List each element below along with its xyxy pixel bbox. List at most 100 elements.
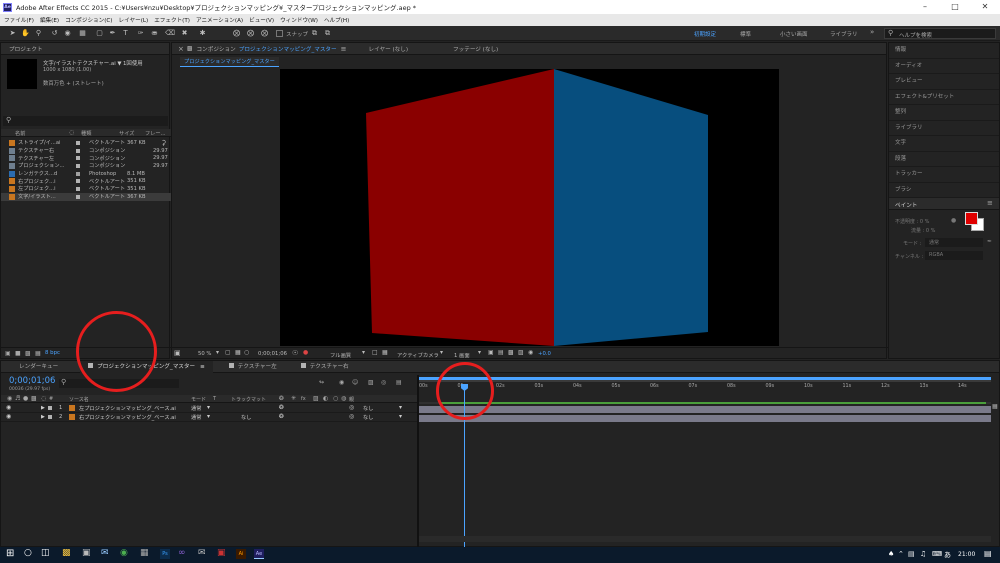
parent-icon[interactable]: ◎ [349, 404, 354, 411]
menu-item[interactable]: ファイル(F) [4, 16, 34, 24]
panel-item[interactable]: トラッカー [889, 167, 999, 183]
workspace-small[interactable]: 小さい画面 [780, 30, 808, 38]
photoshop-icon[interactable]: Ps [160, 549, 170, 559]
current-time-display[interactable]: 0;00;01;06 [9, 376, 55, 386]
new-comp-icon[interactable]: ▩ [25, 350, 31, 357]
layer-parent[interactable]: なし [363, 405, 373, 412]
snap-checkbox[interactable] [276, 30, 283, 37]
project-item[interactable]: プロジェクション... コンポジション 29.97 [1, 162, 171, 170]
menu-item[interactable]: ヘルプ(H) [324, 16, 349, 24]
snap-option2-icon[interactable]: ⧉ [323, 29, 332, 38]
draft-3d-icon[interactable]: ◉ [339, 379, 344, 386]
world-axis-icon[interactable]: ⨂ [246, 29, 255, 38]
people-icon[interactable]: ♠ [888, 550, 894, 558]
project-item[interactable]: ストライプ/イ...ai ベクトルアート 367 KB [1, 139, 171, 147]
panel-item[interactable]: エフェクト&プリセット [889, 90, 999, 105]
brush-tool-icon[interactable]: ✑ [136, 29, 145, 38]
flowchart-icon[interactable]: ▨ [518, 349, 524, 356]
layer-tab[interactable]: レイヤー (なし) [369, 45, 409, 53]
up-arrow-icon[interactable]: ⌃ [898, 550, 904, 558]
eye-icon[interactable]: ◉ [6, 413, 11, 420]
opacity-label[interactable]: 不透明度 : 0 % [895, 218, 929, 225]
interpret-footage-icon[interactable]: ▣ [5, 350, 11, 357]
workspace-default[interactable]: 初期設定 [694, 30, 716, 38]
panel-menu-icon[interactable]: ≡ [987, 199, 993, 207]
keyboard-icon[interactable]: ⌨ [932, 550, 942, 558]
zoom-dropdown[interactable]: 50 % [198, 351, 211, 357]
work-area-bar[interactable] [419, 377, 991, 382]
menu-item[interactable]: ビュー(V) [249, 16, 274, 24]
project-item[interactable]: レンガテクス...d Photoshop 8.1 MB [1, 170, 171, 178]
exposure-value[interactable]: +0.0 [538, 351, 551, 357]
collapse-switch-icon[interactable]: ❂ [279, 404, 284, 411]
project-item[interactable]: 文字/イラスト... ベクトルアート 367 KB [1, 192, 171, 201]
eye-icon[interactable]: ◉ [7, 395, 12, 402]
panel-item[interactable]: プレビュー [889, 74, 999, 90]
flow-label[interactable]: 流量 : 0 % [911, 227, 935, 234]
minimize-button[interactable]: – [910, 0, 940, 14]
project-search[interactable]: ⚲ [3, 116, 168, 126]
always-preview-icon[interactable]: ▣ [174, 349, 181, 357]
transparency-grid-icon[interactable]: ▦ [382, 349, 388, 356]
trkmat-value[interactable]: なし [241, 414, 251, 421]
pen-tool-icon[interactable]: ✒ [108, 29, 117, 38]
graph-editor-icon[interactable]: ▤ [396, 379, 402, 386]
panel-item[interactable]: ライブラリ [889, 121, 999, 136]
toggle-icon[interactable]: ▣ [488, 349, 494, 356]
menu-item[interactable]: ウィンドウ(W) [280, 16, 318, 24]
close-tab-icon[interactable]: × [178, 45, 184, 53]
layer-bar-2[interactable] [419, 415, 991, 422]
eraser-tool-icon[interactable]: ⌫ [165, 29, 175, 38]
snap-option-icon[interactable]: ⧉ [310, 29, 319, 38]
illustrator-icon[interactable]: Ai [236, 549, 246, 559]
clone-stamp-tool-icon[interactable]: ⛂ [150, 29, 159, 38]
fit-icon[interactable]: ▢ [225, 349, 231, 356]
fast-preview-icon[interactable]: ▤ [498, 349, 504, 356]
help-search-box[interactable]: ⚲ ヘルプを検索 [884, 28, 996, 39]
label-color-swatch[interactable] [76, 179, 80, 184]
search-icon[interactable]: ○ [24, 548, 32, 558]
comp-tab-prefix[interactable]: コンポジション [197, 45, 236, 53]
after-effects-icon[interactable]: Ae [254, 549, 264, 559]
roi-icon[interactable]: □ [372, 349, 378, 356]
parent-icon[interactable]: ◎ [349, 413, 354, 420]
comp-viewer[interactable] [280, 69, 779, 346]
col-frame[interactable]: フレー... [145, 130, 166, 137]
show-channel-icon[interactable]: ● [303, 349, 308, 356]
layer-parent[interactable]: なし [363, 414, 373, 421]
panel-item[interactable]: オーディオ [889, 59, 999, 74]
puppet-tool-icon[interactable]: ✱ [198, 29, 207, 38]
outlook-icon[interactable]: ✉ [198, 548, 206, 558]
ime-indicator[interactable]: あ [944, 550, 951, 560]
scroll-icon[interactable]: ▦ [992, 403, 999, 413]
timeline-tab-right[interactable]: テクスチャー右 [293, 361, 357, 373]
layer-mode[interactable]: 通常 [191, 405, 201, 412]
panel-item[interactable]: ブラシ [889, 183, 999, 198]
roto-brush-tool-icon[interactable]: ✖ [180, 29, 189, 38]
mail-icon[interactable]: ✉ [101, 548, 109, 558]
views-dropdown[interactable]: 1 画面 [454, 351, 470, 359]
layer-bar-1[interactable] [419, 406, 991, 413]
menu-item[interactable]: エフェクト(T) [154, 16, 190, 24]
comp-flowchart-icon[interactable]: ↬ [319, 379, 324, 386]
pan-behind-tool-icon[interactable]: ▦ [78, 29, 87, 38]
trkmat-col[interactable]: トラックマット [231, 396, 266, 403]
mode-col[interactable]: モード [191, 396, 206, 403]
layer-row[interactable]: ◉ ▶ 1 左プロジェクションマッピング_ベース.ai 通常 ▾ ❂ ◎ なし … [1, 404, 417, 413]
label-color-swatch[interactable] [76, 140, 80, 145]
panel-item[interactable]: 情報 [889, 43, 999, 59]
flowchart-icon[interactable]: ⚳ [161, 139, 166, 147]
snapshot-icon[interactable]: ☉ [292, 349, 298, 357]
notification-icon[interactable]: ▤ [984, 549, 992, 558]
eyedropper-icon[interactable]: ✒ [987, 238, 992, 245]
foreground-color-swatch[interactable] [965, 212, 978, 225]
task-view-icon[interactable]: ◫ [41, 548, 50, 558]
comp-tab-name[interactable]: プロジェクションマッピング_マスター [239, 45, 337, 53]
project-item[interactable]: テクスチャー左 コンポジション 29.97 [1, 154, 171, 162]
workspace-standard[interactable]: 標準 [740, 30, 751, 38]
windows-start-icon[interactable]: ⊞ [6, 548, 14, 559]
resolution-dropdown[interactable]: フル画質 [330, 351, 351, 359]
comp-breadcrumb[interactable]: プロジェクションマッピング_マスター [180, 57, 279, 67]
label-color-swatch[interactable] [76, 156, 80, 161]
collapse-switch-icon[interactable]: ❂ [279, 413, 284, 420]
